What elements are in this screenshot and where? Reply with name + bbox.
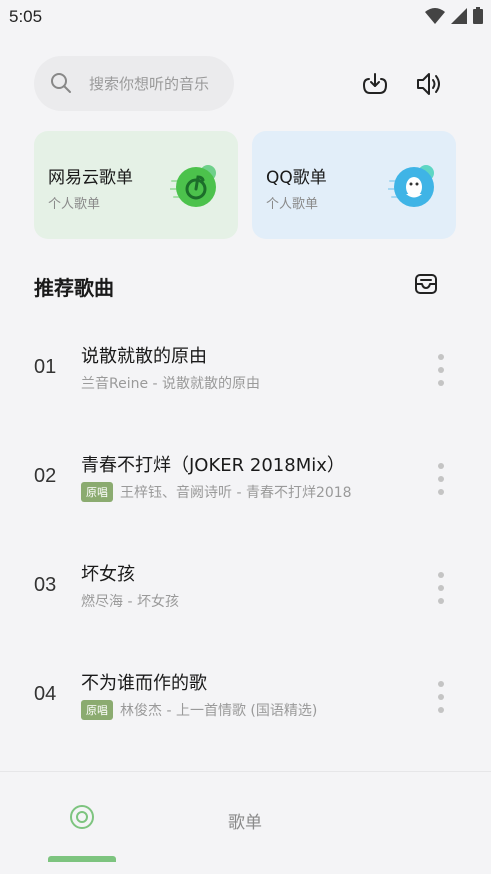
card-title: QQ歌单 (266, 168, 327, 188)
inbox-icon[interactable] (413, 271, 439, 297)
qq-logo-icon (388, 165, 434, 207)
search-icon (51, 73, 71, 93)
netease-music-logo-icon (170, 165, 216, 207)
active-tab-indicator (48, 856, 116, 862)
nav-music-icon[interactable] (69, 804, 95, 830)
song-meta: 原唱 王梓钰、音阙诗听 - 青春不打烊2018 (81, 482, 352, 502)
netease-playlist-card[interactable]: 网易云歌单 个人歌单 (34, 131, 238, 239)
more-options-icon[interactable] (436, 679, 446, 715)
song-number: 01 (34, 356, 57, 378)
status-time: 5:05 (9, 7, 43, 26)
song-row[interactable]: 04 不为谁而作的歌 原唱 林俊杰 - 上一首情歌 (国语精选) (0, 657, 491, 737)
song-number: 04 (34, 683, 57, 705)
speaker-icon[interactable] (414, 69, 444, 99)
bottom-nav: 歌单 (0, 771, 491, 874)
section-title: 推荐歌曲 (34, 276, 114, 300)
original-badge: 原唱 (81, 700, 113, 720)
song-row[interactable]: 03 坏女孩 燃尽海 - 坏女孩 (0, 548, 491, 628)
song-artist-album: 林俊杰 - 上一首情歌 (国语精选) (120, 703, 318, 719)
song-artist-album: 兰音Reine - 说散就散的原由 (81, 376, 261, 392)
search-input[interactable]: 搜索你想听的音乐 (34, 56, 234, 111)
song-meta: 燃尽海 - 坏女孩 (81, 591, 179, 611)
qq-playlist-card[interactable]: QQ歌单 个人歌单 (252, 131, 456, 239)
card-subtitle: 个人歌单 (266, 197, 319, 212)
search-placeholder: 搜索你想听的音乐 (89, 75, 210, 93)
song-artist-album: 王梓钰、音阙诗听 - 青春不打烊2018 (120, 485, 352, 501)
song-title: 说散就散的原由 (81, 346, 207, 367)
signal-icon (451, 7, 467, 24)
more-options-icon[interactable] (436, 570, 446, 606)
more-options-icon[interactable] (436, 352, 446, 388)
song-row[interactable]: 02 青春不打烊（JOKER 2018Mix） 原唱 王梓钰、音阙诗听 - 青春不… (0, 439, 491, 519)
song-number: 03 (34, 574, 57, 596)
status-bar: 5:05 (0, 0, 491, 34)
more-options-icon[interactable] (436, 461, 446, 497)
status-icons (425, 7, 483, 24)
song-title: 青春不打烊（JOKER 2018Mix） (81, 455, 345, 476)
battery-icon (473, 7, 483, 24)
song-meta: 原唱 林俊杰 - 上一首情歌 (国语精选) (81, 700, 317, 720)
song-number: 02 (34, 465, 57, 487)
original-badge: 原唱 (81, 482, 113, 502)
card-subtitle: 个人歌单 (48, 197, 101, 212)
song-artist-album: 燃尽海 - 坏女孩 (81, 594, 179, 610)
song-row[interactable]: 01 说散就散的原由 兰音Reine - 说散就散的原由 (0, 330, 491, 410)
song-meta: 兰音Reine - 说散就散的原由 (81, 373, 260, 393)
card-title: 网易云歌单 (48, 168, 133, 188)
song-title: 坏女孩 (81, 564, 135, 585)
wifi-icon (425, 7, 445, 24)
song-title: 不为谁而作的歌 (81, 673, 207, 694)
nav-tab-playlist[interactable]: 歌单 (228, 808, 262, 833)
download-icon[interactable] (360, 69, 390, 99)
